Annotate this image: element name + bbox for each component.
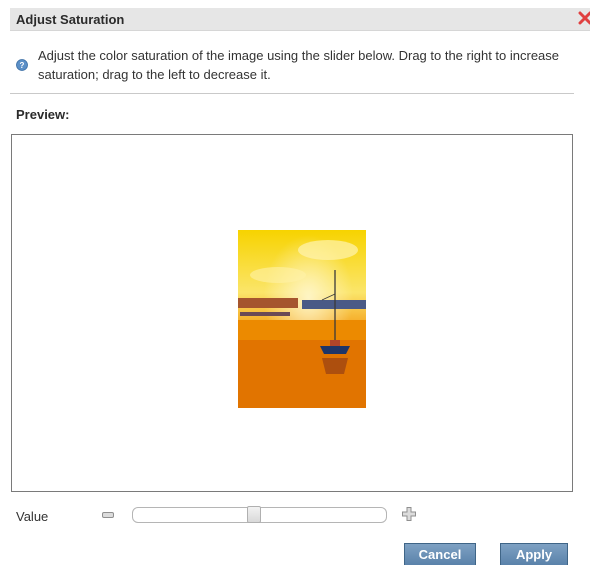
decrease-icon[interactable]: [102, 509, 114, 521]
preview-panel: [11, 134, 573, 492]
saturation-slider[interactable]: [132, 506, 387, 523]
info-text: Adjust the color saturation of the image…: [38, 48, 560, 82]
slider-label: Value: [16, 509, 49, 524]
divider: [10, 93, 574, 94]
preview-image: [238, 230, 366, 408]
close-icon[interactable]: [578, 11, 590, 25]
cancel-button[interactable]: Cancel: [404, 543, 476, 565]
info-icon: ?: [16, 59, 28, 71]
svg-text:?: ?: [20, 61, 25, 70]
apply-button[interactable]: Apply: [500, 543, 568, 565]
preview-label: Preview:: [16, 107, 70, 122]
slider-handle[interactable]: [247, 506, 262, 523]
increase-icon[interactable]: [402, 507, 416, 521]
dialog-titlebar: Adjust Saturation: [10, 8, 590, 31]
dialog-title: Adjust Saturation: [16, 12, 125, 27]
